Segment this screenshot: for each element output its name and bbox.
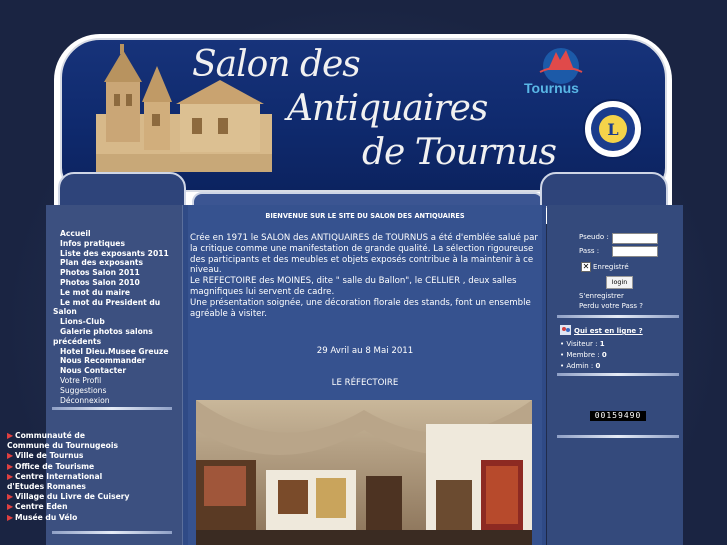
left-tab (58, 172, 186, 208)
tournus-logo-text: Tournus (524, 80, 579, 96)
intro-paragraph: Une présentation soignée, une décoration… (190, 297, 531, 319)
visitors-stat: • Visiteur : 1 (560, 340, 605, 348)
remember-label: Enregistré (593, 263, 629, 271)
visit-counter: 00159490 (590, 411, 646, 421)
menu-item[interactable]: Votre Profil (46, 376, 176, 386)
login-button[interactable]: login (606, 276, 633, 289)
pseudo-input[interactable] (612, 233, 658, 244)
sidebar-divider (52, 407, 172, 410)
event-dates: 29 Avril au 8 Mai 2011 (316, 346, 414, 356)
partner-link[interactable]: ▶ Village du Livre de Cuisery (0, 492, 130, 502)
menu-item[interactable]: Photos Salon 2010 (46, 278, 176, 288)
photo-caption: LE RÉFECTOIRE (331, 378, 399, 388)
partner-link[interactable]: ▶ Communauté de Commune du Tournugeois (0, 431, 130, 451)
partner-link-label: Ville de Tournus (15, 451, 84, 461)
pass-label: Pass : (579, 247, 600, 255)
arrow-right-icon: ▶ (7, 451, 14, 461)
password-input[interactable] (612, 246, 658, 257)
partner-link[interactable]: ▶ Office de Tourisme (0, 462, 130, 472)
partner-links: ▶ Communauté de Commune du Tournugeois ▶ Vi… (0, 431, 130, 523)
main-menu: Accueil Infos pratiques Liste des exposant… (46, 229, 176, 405)
welcome-heading: BIENVENUE SUR LE SITE DU SALON DES ANTIQ… (265, 212, 465, 220)
menu-item[interactable]: Liste des exposants 2011 (46, 249, 176, 259)
intro-paragraph: Crée en 1971 le SALON des ANTIQUAIRES de… (190, 233, 538, 276)
intro-paragraph: Le REFECTOIRE des MOINES, dite " salle d… (190, 276, 517, 297)
partner-link-label: Centre Eden (15, 502, 68, 512)
menu-item[interactable]: Lions-Club (46, 317, 176, 327)
arrow-right-icon: ▶ (7, 492, 14, 502)
right-tab (540, 172, 668, 208)
menu-item[interactable]: Photos Salon 2011 (46, 268, 176, 278)
admins-count: 0 (595, 362, 601, 370)
visitors-label: Visiteur : (566, 340, 598, 348)
arrow-right-icon: ▶ (7, 471, 14, 481)
refectoire-photo (196, 400, 532, 545)
pseudo-label: Pseudo : (579, 233, 609, 241)
lost-password-link[interactable]: Perdu votre Pass ? (579, 302, 643, 310)
admins-stat: • Admin : 0 (560, 362, 601, 370)
members-label: Membre : (566, 351, 600, 359)
menu-item[interactable]: Hotel Dieu.Musee Greuze (46, 347, 176, 357)
site-banner: Salon des Antiquaires de Tournus Tournus… (60, 38, 667, 192)
title-line-3: de Tournus (362, 132, 557, 173)
menu-item[interactable]: Accueil (46, 229, 176, 239)
partner-link[interactable]: ▶ Centre International d'Etudes Romanes (0, 472, 130, 492)
sidebar-divider (557, 315, 679, 318)
partner-link[interactable]: ▶ Musée du Vélo (0, 513, 130, 523)
visitors-count: 1 (599, 340, 605, 348)
title-line-2: Antiquaires (287, 88, 488, 129)
sidebar-divider (557, 435, 679, 438)
menu-item[interactable]: Nous Recommander (46, 356, 176, 366)
menu-item[interactable]: Infos pratiques (46, 239, 176, 249)
menu-item[interactable]: Plan des exposants (46, 258, 176, 268)
sidebar-divider (557, 373, 679, 376)
register-link[interactable]: S'enregistrer (579, 292, 624, 300)
who-is-online-link[interactable]: Qui est en ligne ? (574, 327, 643, 335)
arrow-right-icon: ▶ (7, 512, 14, 522)
arrow-right-icon: ▶ (7, 431, 14, 440)
admins-label: Admin : (566, 362, 594, 370)
arrow-right-icon: ▶ (7, 461, 14, 471)
members-count: 0 (601, 351, 607, 359)
svg-text:L: L (607, 120, 618, 139)
partner-link-label: Office de Tourisme (15, 461, 95, 471)
menu-item[interactable]: Déconnexion (46, 396, 176, 406)
menu-item[interactable]: Nous Contacter (46, 366, 176, 376)
menu-item[interactable]: Galerie photos salons précédents (46, 327, 176, 347)
sidebar-divider (52, 531, 172, 534)
partner-link[interactable]: ▶ Centre Eden (0, 502, 130, 512)
header-tabs (58, 172, 668, 208)
menu-item[interactable]: Le mot du maire (46, 288, 176, 298)
partner-link-label: Village du Livre de Cuisery (15, 492, 130, 502)
users-online-icon (560, 325, 571, 335)
partner-link[interactable]: ▶ Ville de Tournus (0, 451, 130, 461)
partner-link-label: Centre International d'Etudes Romanes (7, 471, 103, 492)
menu-item[interactable]: Suggestions (46, 386, 176, 396)
lions-club-logo-icon: L (583, 99, 643, 159)
partner-link-label: Communauté de Commune du Tournugeois (7, 431, 118, 451)
partner-link-label: Musée du Vélo (15, 512, 78, 522)
intro-text: Crée en 1971 le SALON des ANTIQUAIRES de… (190, 233, 542, 319)
title-line-1: Salon des (192, 44, 361, 85)
menu-item[interactable]: Le mot du President du Salon (46, 298, 176, 318)
arrow-right-icon: ▶ (7, 502, 14, 512)
remember-checkbox[interactable]: ✕ (581, 262, 591, 272)
members-stat: • Membre : 0 (560, 351, 607, 359)
